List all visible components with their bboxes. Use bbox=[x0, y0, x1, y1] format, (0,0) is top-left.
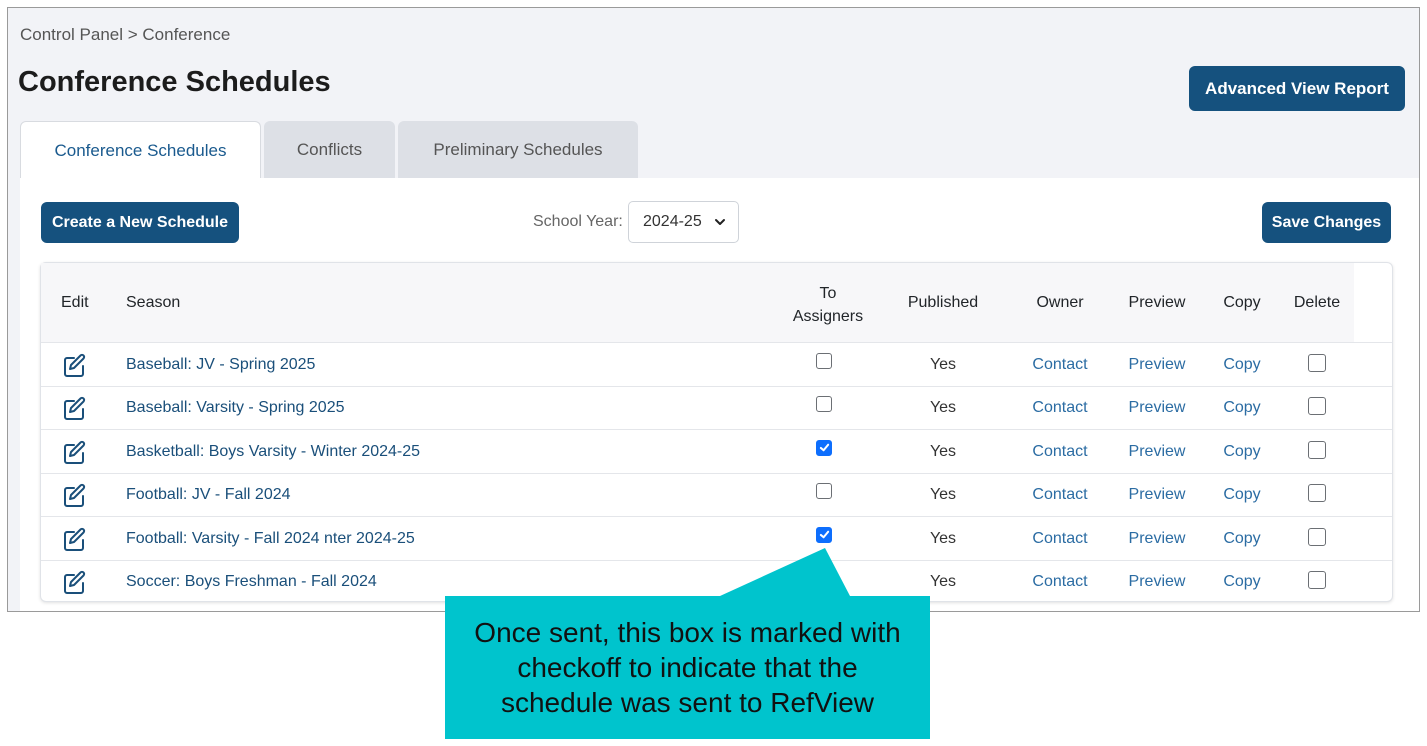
save-changes-button[interactable]: Save Changes bbox=[1262, 202, 1391, 243]
delete-checkbox[interactable] bbox=[1308, 484, 1326, 502]
to-assigners-checkbox[interactable] bbox=[816, 439, 832, 456]
delete-checkbox[interactable] bbox=[1308, 353, 1326, 372]
preview-link[interactable]: Preview bbox=[1116, 387, 1198, 430]
breadcrumb: Control Panel > Conference bbox=[20, 25, 231, 44]
season-link[interactable]: Basketball: Boys Varsity - Winter 2024-2… bbox=[126, 430, 420, 473]
edit-icon[interactable] bbox=[61, 430, 89, 473]
edit-icon[interactable] bbox=[61, 343, 89, 386]
table-row: Football: JV - Fall 2024 Yes Contact Previe… bbox=[41, 470, 1392, 517]
column-header-season: Season bbox=[126, 294, 181, 311]
owner-contact-link[interactable]: Contact bbox=[1016, 430, 1104, 473]
to-assigners-cell bbox=[809, 383, 839, 426]
delete-cell bbox=[1296, 385, 1338, 428]
delete-cell bbox=[1296, 559, 1338, 602]
copy-link[interactable]: Copy bbox=[1211, 474, 1273, 517]
column-header-edit: Edit bbox=[61, 294, 89, 311]
column-header-to-assigners-line2: Assigners bbox=[792, 308, 864, 325]
delete-cell bbox=[1296, 472, 1338, 515]
school-year-select[interactable]: 2024-25 bbox=[628, 201, 739, 243]
to-assigners-checkbox[interactable] bbox=[816, 526, 832, 543]
copy-link[interactable]: Copy bbox=[1211, 517, 1273, 560]
owner-contact-link[interactable]: Contact bbox=[1016, 474, 1104, 517]
preview-link[interactable]: Preview bbox=[1116, 343, 1198, 386]
owner-contact-link[interactable]: Contact bbox=[1016, 561, 1104, 604]
season-link[interactable]: Football: JV - Fall 2024 bbox=[126, 474, 291, 517]
season-link[interactable]: Soccer: Boys Freshman - Fall 2024 bbox=[126, 561, 377, 604]
table-row: Baseball: Varsity - Spring 2025 Yes Contac… bbox=[41, 383, 1392, 430]
column-header-owner: Owner bbox=[1036, 294, 1084, 311]
delete-checkbox[interactable] bbox=[1308, 571, 1326, 589]
preview-link[interactable]: Preview bbox=[1116, 561, 1198, 604]
season-link[interactable]: Baseball: Varsity - Spring 2025 bbox=[126, 387, 344, 430]
to-assigners-cell bbox=[809, 426, 839, 469]
chevron-down-icon bbox=[715, 219, 725, 225]
published-value: Yes bbox=[929, 355, 957, 373]
copy-link[interactable]: Copy bbox=[1211, 561, 1273, 604]
season-link[interactable]: Football: Varsity - Fall 2024 nter 2024-… bbox=[126, 517, 415, 560]
owner-contact-link[interactable]: Contact bbox=[1016, 343, 1104, 386]
tab-conference-schedules[interactable]: Conference Schedules bbox=[20, 121, 261, 179]
copy-link[interactable]: Copy bbox=[1211, 387, 1273, 430]
delete-checkbox[interactable] bbox=[1308, 397, 1326, 415]
tab-conflicts[interactable]: Conflicts bbox=[264, 121, 395, 179]
edit-icon[interactable] bbox=[61, 387, 89, 430]
app-window: Control Panel > Conference Conference Sc… bbox=[7, 7, 1420, 612]
to-assigners-cell bbox=[809, 513, 839, 556]
to-assigners-cell bbox=[809, 339, 839, 382]
table-row: Basketball: Boys Varsity - Winter 2024-2… bbox=[41, 429, 1392, 473]
column-header-copy: Copy bbox=[1223, 294, 1261, 311]
column-header-to-assigners-line1: To bbox=[819, 285, 837, 302]
table-row: Baseball: JV - Spring 2025 Yes Contact Prev… bbox=[41, 342, 1392, 386]
to-assigners-checkbox[interactable] bbox=[816, 483, 832, 499]
owner-contact-link[interactable]: Contact bbox=[1016, 517, 1104, 560]
delete-cell bbox=[1296, 428, 1338, 471]
callout-text: Once sent, this box is marked with check… bbox=[474, 617, 901, 718]
delete-checkbox[interactable] bbox=[1308, 440, 1326, 459]
published-value: Yes bbox=[929, 486, 957, 503]
published-value: Yes bbox=[929, 399, 957, 416]
published-value: Yes bbox=[929, 529, 957, 547]
tab-preliminary-schedules[interactable]: Preliminary Schedules bbox=[398, 121, 638, 179]
copy-link[interactable]: Copy bbox=[1211, 343, 1273, 386]
tab-panel: Create a New Schedule School Year: 2024-… bbox=[20, 178, 1419, 611]
column-header-to-assigners: To Assigners bbox=[781, 282, 875, 328]
callout-note: Once sent, this box is marked with check… bbox=[445, 596, 930, 739]
table-header: Edit Season To Assigners Published Owner… bbox=[41, 263, 1354, 342]
owner-contact-link[interactable]: Contact bbox=[1016, 387, 1104, 430]
to-assigners-cell bbox=[809, 470, 839, 513]
to-assigners-cell bbox=[809, 557, 839, 600]
edit-icon[interactable] bbox=[61, 561, 89, 604]
to-assigners-checkbox[interactable] bbox=[816, 352, 832, 369]
to-assigners-checkbox[interactable] bbox=[816, 396, 832, 412]
column-header-preview: Preview bbox=[1128, 294, 1186, 311]
column-header-delete: Delete bbox=[1293, 294, 1341, 311]
delete-cell bbox=[1296, 515, 1338, 558]
column-header-published: Published bbox=[907, 294, 979, 311]
delete-checkbox[interactable] bbox=[1308, 527, 1326, 546]
page-title: Conference Schedules bbox=[18, 66, 331, 98]
preview-link[interactable]: Preview bbox=[1116, 430, 1198, 473]
delete-cell bbox=[1296, 341, 1338, 384]
preview-link[interactable]: Preview bbox=[1116, 474, 1198, 517]
schedules-table: Edit Season To Assigners Published Owner… bbox=[40, 262, 1393, 602]
advanced-view-report-button[interactable]: Advanced View Report bbox=[1189, 66, 1405, 111]
create-schedule-button[interactable]: Create a New Schedule bbox=[41, 202, 239, 243]
school-year-value: 2024-25 bbox=[643, 213, 702, 230]
copy-link[interactable]: Copy bbox=[1211, 430, 1273, 473]
season-link[interactable]: Baseball: JV - Spring 2025 bbox=[126, 343, 315, 386]
edit-icon[interactable] bbox=[61, 517, 89, 560]
school-year-label: School Year: bbox=[533, 213, 623, 230]
published-value: Yes bbox=[929, 442, 957, 460]
preview-link[interactable]: Preview bbox=[1116, 517, 1198, 560]
table-row: Football: Varsity - Fall 2024 nter 2024-… bbox=[41, 516, 1392, 560]
edit-icon[interactable] bbox=[61, 474, 89, 517]
